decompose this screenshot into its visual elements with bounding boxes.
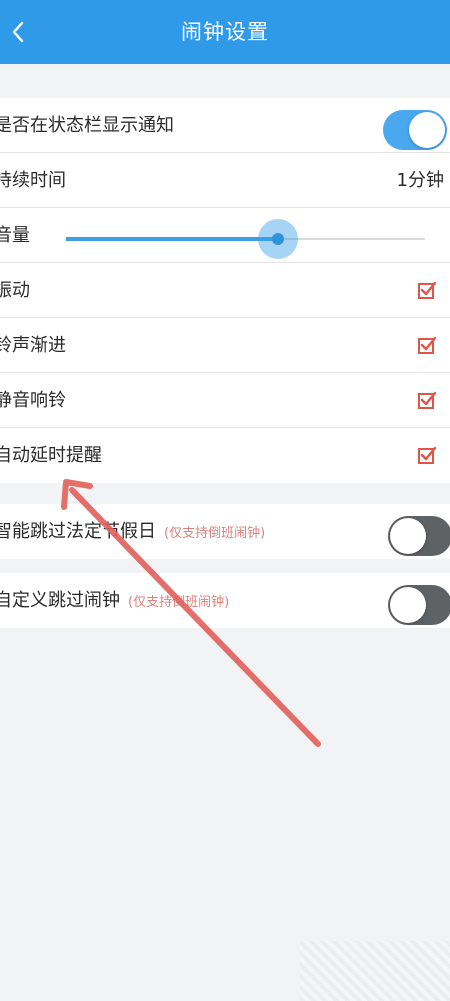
watermark <box>300 941 450 1001</box>
annotation-arrow <box>61 479 321 747</box>
